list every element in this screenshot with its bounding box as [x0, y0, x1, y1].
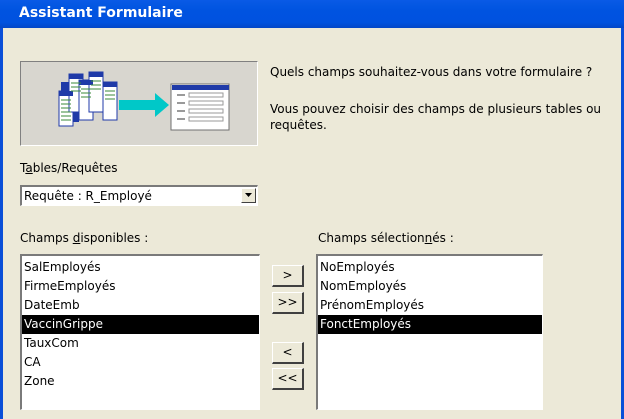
dropdown-button[interactable]	[241, 188, 256, 203]
window-title: Assistant Formulaire	[19, 5, 183, 21]
list-item[interactable]: FirmeEmployés	[22, 277, 259, 296]
tables-combobox-value: Requête : R_Employé	[24, 189, 152, 203]
chevron-down-icon	[245, 193, 252, 197]
wizard-question: Quels champs souhaitez-vous dans votre f…	[270, 65, 593, 79]
tables-label: Tables/Requêtes	[20, 161, 118, 175]
available-fields-label: Champs disponibles :	[20, 231, 149, 245]
wizard-info-line2: requêtes.	[270, 118, 327, 132]
list-item[interactable]: TauxCom	[22, 334, 259, 353]
selected-fields-label: Champs sélectionnés :	[318, 231, 454, 245]
list-item-selected[interactable]: FonctEmployés	[318, 315, 542, 334]
remove-all-button[interactable]: <<	[272, 368, 304, 390]
list-item-selected[interactable]: VaccinGrippe	[22, 315, 259, 334]
list-item[interactable]: NoEmployés	[318, 258, 542, 277]
remove-one-button[interactable]: <	[272, 342, 304, 364]
title-bar[interactable]: Assistant Formulaire	[0, 0, 624, 28]
list-item[interactable]: SalEmployés	[22, 258, 259, 277]
add-one-button[interactable]: >	[272, 265, 304, 287]
list-item[interactable]: NomEmployés	[318, 277, 542, 296]
list-item[interactable]: CA	[22, 353, 259, 372]
list-item[interactable]: DateEmb	[22, 296, 259, 315]
wizard-info-line1: Vous pouvez choisir des champs de plusie…	[270, 102, 602, 116]
add-all-button[interactable]: >>	[272, 292, 304, 314]
tables-combobox[interactable]: Requête : R_Employé	[20, 185, 258, 206]
list-item[interactable]: Zone	[22, 372, 259, 391]
list-item[interactable]: PrénomEmployés	[318, 296, 542, 315]
available-fields-list[interactable]: SalEmployés FirmeEmployés DateEmb Vaccin…	[20, 254, 260, 410]
selected-fields-list[interactable]: NoEmployés NomEmployés PrénomEmployés Fo…	[316, 254, 543, 410]
form-wizard-illustration-icon	[20, 61, 258, 146]
